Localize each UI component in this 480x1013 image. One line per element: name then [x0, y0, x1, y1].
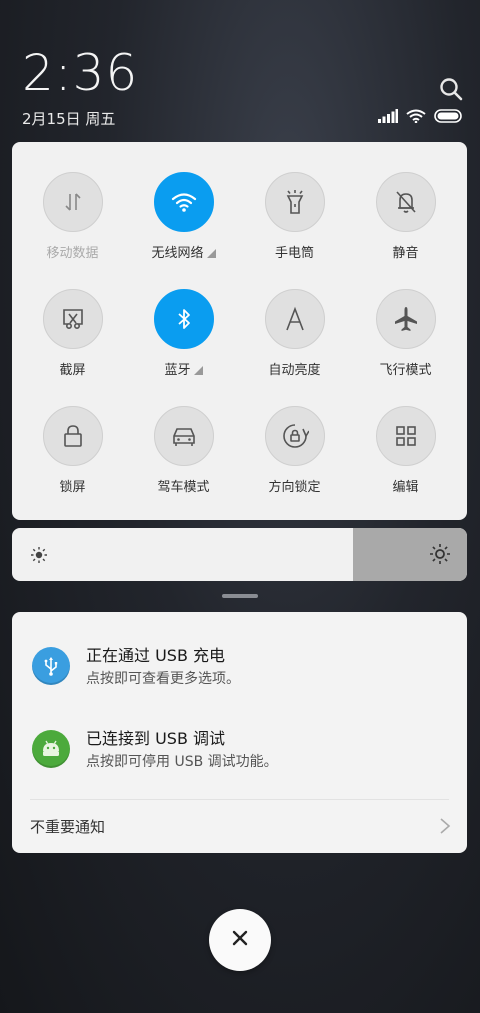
tile-label: 飞行模式: [350, 359, 461, 378]
notification-card: 正在通过 USB 充电 点按即可查看更多选项。 已连接到 USB 调试 点按即可…: [12, 612, 467, 853]
tile-label: 截屏: [17, 359, 128, 378]
notification-usb-charging[interactable]: 正在通过 USB 充电 点按即可查看更多选项。: [12, 642, 467, 702]
brightness-low-icon: [30, 546, 48, 568]
tile-label: 编辑: [350, 476, 461, 495]
tile-label-text: 蓝牙: [164, 363, 191, 378]
notification-subtitle: 点按即可停用 USB 调试功能。: [86, 754, 278, 770]
tile-label-text: 方向锁定: [268, 480, 321, 495]
close-icon: [231, 929, 249, 951]
android-icon: [32, 730, 70, 768]
screenshot-icon[interactable]: [42, 289, 103, 349]
tile-mobile-data[interactable]: 移动数据: [17, 172, 128, 261]
close-button[interactable]: [209, 909, 271, 971]
drag-handle[interactable]: [222, 594, 258, 598]
brightness-slider[interactable]: [12, 528, 467, 581]
brightness-high-icon: [429, 543, 451, 569]
notification-title: 正在通过 USB 充电: [86, 646, 226, 665]
notification-usb-debugging[interactable]: 已连接到 USB 调试 点按即可停用 USB 调试功能。: [12, 725, 467, 785]
edit-grid-icon[interactable]: [375, 406, 436, 466]
airplane-icon[interactable]: [375, 289, 436, 349]
auto-brightness-icon[interactable]: [264, 289, 325, 349]
tile-label: 无线网络: [128, 242, 239, 261]
rotation-lock-icon[interactable]: [264, 406, 325, 466]
tile-screenshot[interactable]: 截屏: [17, 289, 128, 378]
chevron-right-icon[interactable]: [439, 817, 451, 839]
tile-auto-brightness[interactable]: 自动亮度: [239, 289, 350, 378]
date-label: 2月15日 周五: [22, 110, 116, 128]
mobile-data-icon[interactable]: [42, 172, 103, 232]
clock-time: 2:36: [22, 44, 139, 102]
notification-subtitle: 点按即可查看更多选项。: [86, 671, 240, 687]
tile-label: 方向锁定: [239, 476, 350, 495]
tile-label-text: 移动数据: [46, 246, 99, 261]
divider: [30, 799, 449, 800]
car-icon[interactable]: [153, 406, 214, 466]
tile-flashlight[interactable]: 手电筒: [239, 172, 350, 261]
tile-mute-bell[interactable]: 静音: [350, 172, 461, 261]
bluetooth-icon[interactable]: [153, 289, 214, 349]
status-icons: [378, 108, 464, 127]
tile-bluetooth[interactable]: 蓝牙: [128, 289, 239, 378]
tile-label: 驾车模式: [128, 476, 239, 495]
tile-label-text: 自动亮度: [268, 363, 321, 378]
tile-edit-grid[interactable]: 编辑: [350, 406, 461, 495]
mute-bell-icon[interactable]: [375, 172, 436, 232]
search-icon[interactable]: [438, 76, 464, 102]
tile-label-text: 锁屏: [59, 480, 86, 495]
unimportant-notifications-link[interactable]: 不重要通知: [30, 816, 105, 837]
tile-wifi[interactable]: 无线网络: [128, 172, 239, 261]
tile-label-text: 截屏: [59, 363, 86, 378]
tile-label: 自动亮度: [239, 359, 350, 378]
tile-lock[interactable]: 锁屏: [17, 406, 128, 495]
tile-label: 蓝牙: [128, 359, 239, 378]
wifi-status-icon: [406, 108, 426, 127]
expand-triangle-icon[interactable]: [206, 249, 216, 258]
usb-icon: [32, 647, 70, 685]
battery-icon: [434, 108, 464, 127]
flashlight-icon[interactable]: [264, 172, 325, 232]
tile-label: 锁屏: [17, 476, 128, 495]
wifi-icon[interactable]: [153, 172, 214, 232]
tile-car[interactable]: 驾车模式: [128, 406, 239, 495]
tile-label: 静音: [350, 242, 461, 261]
signal-icon: [378, 108, 398, 127]
quick-settings-panel: 移动数据 无线网络 手电筒 静音截屏 蓝牙 自动亮度 飞行模式锁屏 驾车模式 方向锁定 编辑: [12, 142, 467, 520]
lock-icon[interactable]: [42, 406, 103, 466]
tile-label-text: 无线网络: [151, 246, 204, 261]
tile-rotation-lock[interactable]: 方向锁定: [239, 406, 350, 495]
tile-label-text: 编辑: [392, 480, 419, 495]
tile-label-text: 驾车模式: [157, 480, 210, 495]
tile-label-text: 静音: [392, 246, 419, 261]
tile-label-text: 手电筒: [274, 246, 314, 261]
tile-airplane[interactable]: 飞行模式: [350, 289, 461, 378]
notification-title: 已连接到 USB 调试: [86, 729, 226, 748]
expand-triangle-icon[interactable]: [193, 366, 203, 375]
tile-label-text: 飞行模式: [379, 363, 432, 378]
tile-label: 手电筒: [239, 242, 350, 261]
tile-label: 移动数据: [17, 242, 128, 261]
